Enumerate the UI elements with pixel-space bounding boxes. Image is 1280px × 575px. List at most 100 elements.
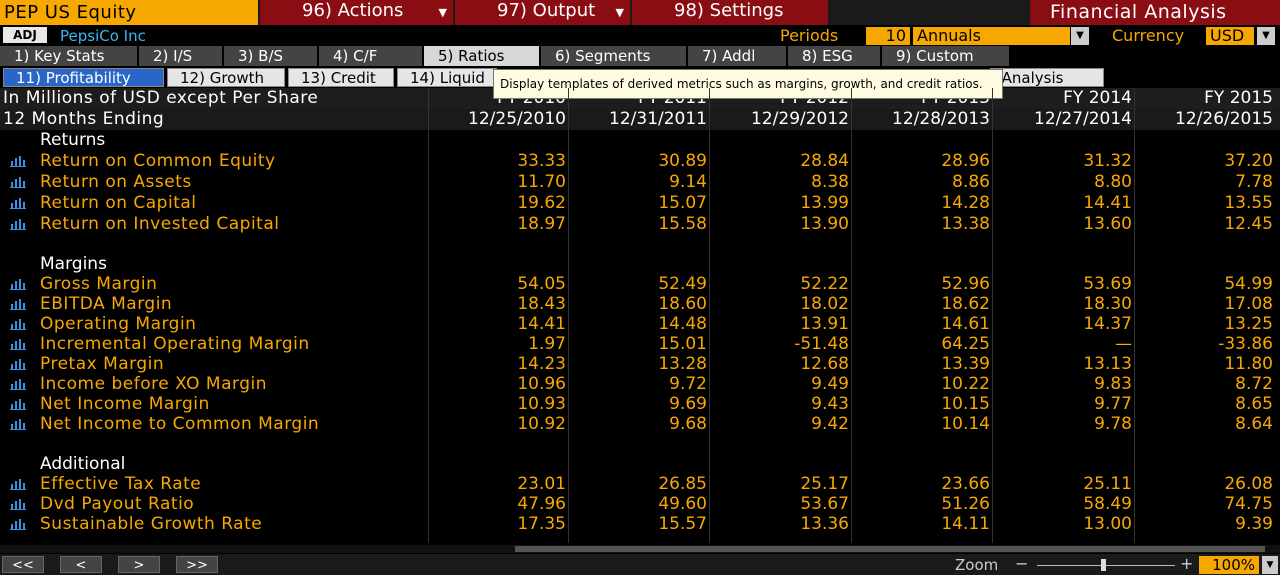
table-cell[interactable]: 47.96 xyxy=(430,494,566,514)
table-cell[interactable]: 52.96 xyxy=(853,274,990,294)
table-cell[interactable]: 26.08 xyxy=(1136,474,1273,494)
chart-icon[interactable] xyxy=(10,398,26,410)
last-page-button[interactable]: >> xyxy=(176,556,218,573)
table-cell[interactable]: 25.17 xyxy=(711,474,849,494)
table-cell[interactable]: 74.75 xyxy=(1136,494,1273,514)
table-cell[interactable]: 18.97 xyxy=(430,214,566,234)
col-header-fy[interactable]: FY 2014 xyxy=(994,88,1132,109)
table-cell[interactable]: 54.99 xyxy=(1136,274,1273,294)
chevron-down-icon[interactable]: ▼ xyxy=(1257,27,1275,45)
table-cell[interactable]: 10.15 xyxy=(853,394,990,414)
table-cell[interactable]: — xyxy=(994,334,1132,354)
currency-select[interactable]: USD xyxy=(1206,27,1254,45)
tab-balance-sheet[interactable]: 3) B/S xyxy=(224,46,318,66)
tab-esg[interactable]: 8) ESG xyxy=(788,46,881,66)
row-label[interactable]: Sustainable Growth Rate xyxy=(40,514,262,534)
tab-segments[interactable]: 6) Segments xyxy=(541,46,687,66)
tab-ratios[interactable]: 5) Ratios xyxy=(424,46,540,66)
table-cell[interactable]: 13.91 xyxy=(711,314,849,334)
row-label[interactable]: Incremental Operating Margin xyxy=(40,334,310,354)
table-cell[interactable]: 26.85 xyxy=(570,474,707,494)
table-cell[interactable]: 13.28 xyxy=(570,354,707,374)
row-label[interactable]: Dvd Payout Ratio xyxy=(40,494,194,514)
table-cell[interactable]: 8.72 xyxy=(1136,374,1273,394)
table-cell[interactable]: 15.57 xyxy=(570,514,707,534)
table-cell[interactable]: 53.69 xyxy=(994,274,1132,294)
table-cell[interactable]: 25.11 xyxy=(994,474,1132,494)
table-cell[interactable]: 23.01 xyxy=(430,474,566,494)
table-cell[interactable]: 13.25 xyxy=(1136,314,1273,334)
table-cell[interactable]: 18.30 xyxy=(994,294,1132,314)
row-label[interactable]: Return on Assets xyxy=(40,172,192,192)
tab-addl[interactable]: 7) Addl xyxy=(688,46,787,66)
tab-cash-flow[interactable]: 4) C/F xyxy=(319,46,423,66)
row-label[interactable]: EBITDA Margin xyxy=(40,294,172,314)
table-cell[interactable]: 14.41 xyxy=(430,314,566,334)
table-cell[interactable]: 17.35 xyxy=(430,514,566,534)
table-cell[interactable]: 8.38 xyxy=(711,172,849,192)
row-label[interactable]: Net Income Margin xyxy=(40,394,210,414)
chart-icon[interactable] xyxy=(10,418,26,430)
table-cell[interactable]: 37.20 xyxy=(1136,151,1273,171)
table-cell[interactable]: 10.96 xyxy=(430,374,566,394)
table-cell[interactable]: 52.49 xyxy=(570,274,707,294)
table-cell[interactable]: 28.96 xyxy=(853,151,990,171)
row-label[interactable]: Return on Common Equity xyxy=(40,151,276,171)
table-cell[interactable]: 14.41 xyxy=(994,193,1132,213)
row-label[interactable]: Return on Capital xyxy=(40,193,197,213)
chart-icon[interactable] xyxy=(10,378,26,390)
table-cell[interactable]: 9.77 xyxy=(994,394,1132,414)
table-cell[interactable]: 14.23 xyxy=(430,354,566,374)
col-header-fy[interactable]: FY 2015 xyxy=(1136,88,1273,109)
prev-page-button[interactable]: < xyxy=(60,556,102,573)
table-cell[interactable]: 15.07 xyxy=(570,193,707,213)
chevron-down-icon[interactable]: ▼ xyxy=(1071,27,1089,45)
table-cell[interactable]: 11.70 xyxy=(430,172,566,192)
subtab-profitability[interactable]: 11) Profitability xyxy=(3,68,164,87)
table-cell[interactable]: 64.25 xyxy=(853,334,990,354)
table-cell[interactable]: 13.00 xyxy=(994,514,1132,534)
table-cell[interactable]: 10.93 xyxy=(430,394,566,414)
table-cell[interactable]: 31.32 xyxy=(994,151,1132,171)
chart-icon[interactable] xyxy=(10,518,26,530)
table-cell[interactable]: 12.68 xyxy=(711,354,849,374)
table-cell[interactable]: 14.11 xyxy=(853,514,990,534)
period-type-select[interactable]: Annuals xyxy=(913,27,1070,45)
chart-icon[interactable] xyxy=(10,155,26,167)
table-cell[interactable]: 18.43 xyxy=(430,294,566,314)
subtab-liquidity[interactable]: 14) Liquid xyxy=(397,68,497,87)
table-cell[interactable]: 52.22 xyxy=(711,274,849,294)
table-cell[interactable]: 13.38 xyxy=(853,214,990,234)
table-cell[interactable]: 51.26 xyxy=(853,494,990,514)
zoom-slider-handle[interactable] xyxy=(1101,559,1106,571)
subtab-analysis[interactable]: t Analysis xyxy=(990,68,1104,87)
table-cell[interactable]: 13.36 xyxy=(711,514,849,534)
ticker-label[interactable]: PEP US Equity xyxy=(0,0,258,25)
output-menu[interactable]: 97) Output ▼ xyxy=(455,0,630,25)
table-cell[interactable]: 8.86 xyxy=(853,172,990,192)
table-cell[interactable]: 13.60 xyxy=(994,214,1132,234)
table-cell[interactable]: 9.43 xyxy=(711,394,849,414)
chart-icon[interactable] xyxy=(10,298,26,310)
table-cell[interactable]: 7.78 xyxy=(1136,172,1273,192)
chart-icon[interactable] xyxy=(10,278,26,290)
adj-badge[interactable]: ADJ xyxy=(3,27,47,43)
table-cell[interactable]: 30.89 xyxy=(570,151,707,171)
row-label[interactable]: Net Income to Common Margin xyxy=(40,414,319,434)
row-label[interactable]: Return on Invested Capital xyxy=(40,214,280,234)
table-cell[interactable]: 1.97 xyxy=(430,334,566,354)
table-cell[interactable]: 13.13 xyxy=(994,354,1132,374)
table-cell[interactable]: 12.45 xyxy=(1136,214,1273,234)
table-cell[interactable]: 9.14 xyxy=(570,172,707,192)
table-cell[interactable]: 8.65 xyxy=(1136,394,1273,414)
table-cell[interactable]: 10.14 xyxy=(853,414,990,434)
table-cell[interactable]: 19.62 xyxy=(430,193,566,213)
zoom-out-button[interactable]: − xyxy=(1015,554,1028,574)
settings-menu[interactable]: 98) Settings xyxy=(632,0,828,25)
table-cell[interactable]: 14.61 xyxy=(853,314,990,334)
table-cell[interactable]: 58.49 xyxy=(994,494,1132,514)
table-cell[interactable]: 33.33 xyxy=(430,151,566,171)
chart-icon[interactable] xyxy=(10,358,26,370)
table-cell[interactable]: 8.80 xyxy=(994,172,1132,192)
table-cell[interactable]: 13.99 xyxy=(711,193,849,213)
